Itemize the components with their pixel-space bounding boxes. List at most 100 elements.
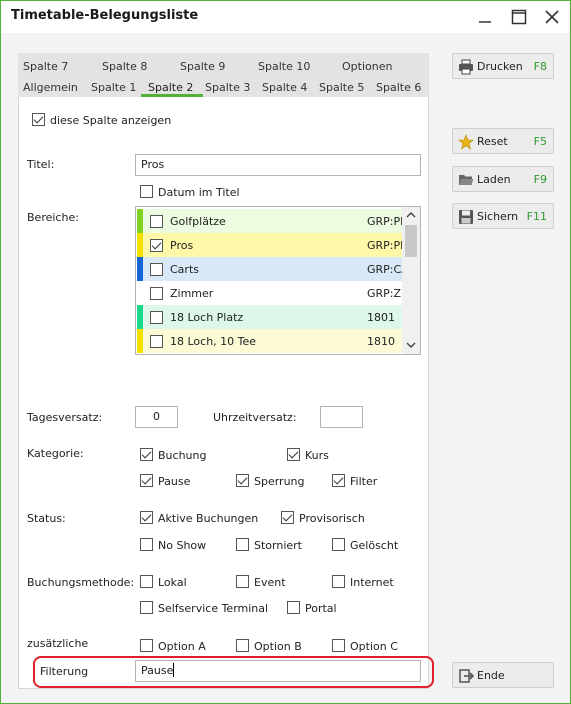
window-title: Timetable-Belegungsliste bbox=[11, 8, 199, 23]
tab-allgemein[interactable]: Allgemein bbox=[23, 81, 78, 94]
status-cancelled-checkbox[interactable] bbox=[236, 538, 249, 551]
status-provisional-label: Provisorisch bbox=[299, 512, 365, 525]
tab-spalte-7[interactable]: Spalte 7 bbox=[23, 60, 68, 73]
row-color-stripe bbox=[137, 305, 143, 329]
time-offset-label: Uhrzeitversatz: bbox=[213, 411, 297, 424]
row-code: GRP:CA bbox=[367, 263, 402, 276]
maximize-button[interactable] bbox=[502, 3, 536, 31]
status-deleted-label: Gelöscht bbox=[350, 539, 399, 552]
close-icon bbox=[545, 10, 559, 24]
method-portal-checkbox[interactable] bbox=[287, 601, 300, 614]
time-offset-input[interactable] bbox=[320, 406, 363, 428]
option-a-checkbox[interactable] bbox=[140, 639, 153, 652]
status-active-checkbox[interactable] bbox=[140, 511, 153, 524]
category-pause-label: Pause bbox=[158, 475, 191, 488]
tab-spalte-5[interactable]: Spalte 5 bbox=[319, 81, 364, 94]
category-filter-checkbox[interactable] bbox=[332, 474, 345, 487]
title-bar[interactable]: Timetable-Belegungsliste bbox=[1, 1, 570, 33]
option-c-checkbox[interactable] bbox=[332, 639, 345, 652]
minimize-button[interactable] bbox=[468, 3, 502, 31]
list-item[interactable]: Carts GRP:CA bbox=[137, 257, 402, 281]
row-code: GRP:PL bbox=[367, 215, 402, 228]
row-checkbox[interactable] bbox=[150, 263, 163, 276]
row-name: 18 Loch, 10 Tee bbox=[170, 335, 257, 348]
exit-icon bbox=[459, 669, 474, 683]
minimize-icon bbox=[479, 21, 491, 23]
booking-method-label: Buchungsmethode: bbox=[27, 576, 135, 589]
reset-label: Reset bbox=[477, 135, 508, 148]
print-button[interactable]: Drucken F8 bbox=[452, 53, 554, 79]
status-deleted-checkbox[interactable] bbox=[332, 538, 345, 551]
tab-spalte-1[interactable]: Spalte 1 bbox=[91, 81, 136, 94]
status-provisional-checkbox[interactable] bbox=[281, 511, 294, 524]
print-label: Drucken bbox=[477, 60, 523, 73]
date-in-title-checkbox[interactable] bbox=[140, 185, 153, 198]
category-label: Kategorie: bbox=[27, 447, 84, 460]
end-label: Ende bbox=[477, 669, 505, 682]
tab-spalte-8[interactable]: Spalte 8 bbox=[102, 60, 147, 73]
option-b-checkbox[interactable] bbox=[236, 639, 249, 652]
floppy-disk-icon bbox=[459, 210, 473, 224]
list-item[interactable]: Golfplätze GRP:PL bbox=[137, 209, 402, 233]
option-a-label: Option A bbox=[158, 640, 206, 653]
show-column-label: diese Spalte anzeigen bbox=[50, 114, 172, 127]
row-name: 18 Loch Platz bbox=[170, 311, 244, 324]
method-event-checkbox[interactable] bbox=[236, 575, 249, 588]
focus-highlight-outline bbox=[33, 656, 434, 688]
method-local-label: Lokal bbox=[158, 576, 187, 589]
load-button[interactable]: Laden F9 bbox=[452, 166, 554, 192]
category-sperrung-label: Sperrung bbox=[254, 475, 305, 488]
row-name: Golfplätze bbox=[170, 215, 226, 228]
tab-spalte-2[interactable]: Spalte 2 bbox=[148, 81, 193, 94]
day-offset-input[interactable]: 0 bbox=[135, 406, 178, 428]
save-button[interactable]: Sichern F11 bbox=[452, 203, 554, 229]
list-scrollbar[interactable] bbox=[402, 207, 420, 354]
method-selfservice-checkbox[interactable] bbox=[140, 601, 153, 614]
title-label: Titel: bbox=[27, 158, 55, 171]
list-item[interactable]: 18 Loch, 10 Tee 1810 bbox=[137, 329, 402, 353]
show-column-checkbox[interactable] bbox=[32, 113, 45, 126]
category-buchung-checkbox[interactable] bbox=[140, 448, 153, 461]
status-noshow-checkbox[interactable] bbox=[140, 538, 153, 551]
row-checkbox[interactable] bbox=[150, 335, 163, 348]
row-checkbox[interactable] bbox=[150, 215, 163, 228]
tab-optionen[interactable]: Optionen bbox=[342, 60, 392, 73]
method-local-checkbox[interactable] bbox=[140, 575, 153, 588]
scroll-down-icon[interactable] bbox=[406, 341, 416, 349]
tab-spalte-4[interactable]: Spalte 4 bbox=[262, 81, 307, 94]
scroll-thumb[interactable] bbox=[405, 225, 417, 257]
active-tab-indicator bbox=[141, 94, 203, 97]
tab-spalte-10[interactable]: Spalte 10 bbox=[258, 60, 310, 73]
status-noshow-label: No Show bbox=[158, 539, 207, 552]
tab-spalte-3[interactable]: Spalte 3 bbox=[205, 81, 250, 94]
areas-listbox[interactable]: Golfplätze GRP:PL Pros GRP:PF Carts GRP:… bbox=[135, 206, 421, 355]
reset-button[interactable]: Reset F5 bbox=[452, 128, 554, 154]
tab-spalte-9[interactable]: Spalte 9 bbox=[180, 60, 225, 73]
row-name: Carts bbox=[170, 263, 199, 276]
end-button[interactable]: Ende bbox=[452, 662, 554, 688]
status-label: Status: bbox=[27, 512, 66, 525]
row-checkbox[interactable] bbox=[150, 311, 163, 324]
category-sperrung-checkbox[interactable] bbox=[236, 474, 249, 487]
list-item[interactable]: Zimmer GRP:ZII bbox=[137, 281, 402, 305]
row-code: GRP:PF bbox=[367, 239, 402, 252]
category-pause-checkbox[interactable] bbox=[140, 474, 153, 487]
title-input[interactable]: Pros bbox=[135, 154, 421, 176]
close-button[interactable] bbox=[535, 3, 569, 31]
date-in-title-label: Datum im Titel bbox=[158, 186, 240, 199]
list-item[interactable]: Pros GRP:PF bbox=[137, 233, 402, 257]
maximize-icon bbox=[511, 9, 527, 25]
method-internet-checkbox[interactable] bbox=[332, 575, 345, 588]
areas-label: Bereiche: bbox=[27, 211, 79, 224]
load-hotkey: F9 bbox=[533, 173, 547, 186]
scroll-up-icon[interactable] bbox=[406, 211, 416, 219]
row-color-stripe bbox=[137, 257, 143, 281]
list-item[interactable]: 18 Loch Platz 1801 bbox=[137, 305, 402, 329]
row-checkbox[interactable] bbox=[150, 239, 163, 252]
category-kurs-checkbox[interactable] bbox=[287, 448, 300, 461]
tab-spalte-6[interactable]: Spalte 6 bbox=[376, 81, 421, 94]
option-b-label: Option B bbox=[254, 640, 302, 653]
row-checkbox[interactable] bbox=[150, 287, 163, 300]
row-color-stripe bbox=[137, 329, 143, 353]
reset-hotkey: F5 bbox=[533, 135, 547, 148]
